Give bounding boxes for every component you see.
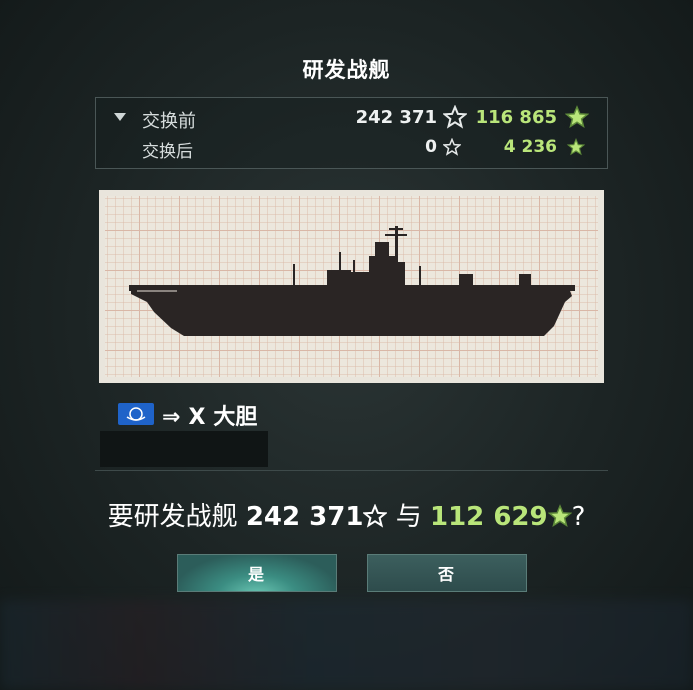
before-label: 交换前 <box>142 111 196 132</box>
dialog-title: 研发战舰 <box>302 58 391 82</box>
xp-star-icon <box>443 138 461 156</box>
ship-tier: X <box>188 405 206 430</box>
after-free-xp-value: 4 236 <box>503 137 557 157</box>
ship-identity: ⇒ X 大胆 <box>162 399 265 431</box>
ship-blueprint-image <box>99 190 604 383</box>
ship-name: 大胆 <box>213 405 258 430</box>
exchange-before-row: 交换前 242 371 116 865 <box>96 105 607 133</box>
nation-flag-icon <box>118 403 154 425</box>
free-xp-star-icon <box>547 504 572 528</box>
exchange-after-row: 交换后 0 4 236 <box>96 135 607 163</box>
confirm-question: 要研发战舰 242 371 与 112 629? <box>0 496 693 533</box>
divider <box>95 470 608 471</box>
xp-star-icon <box>443 105 467 129</box>
research-ship-dialog: 研发战舰 交换前 242 371 116 865 交换后 0 4 236 ⇒ X… <box>0 0 693 690</box>
confirm-no-button[interactable]: 否 <box>367 554 527 592</box>
question-joiner: 与 <box>395 502 422 532</box>
before-free-xp-value: 116 865 <box>475 107 557 128</box>
free-xp-star-icon <box>567 138 585 156</box>
question-xp: 242 371 <box>245 502 364 532</box>
after-label: 交换后 <box>142 142 193 162</box>
ship-silhouette-icon <box>129 226 575 336</box>
before-xp-value: 242 371 <box>355 107 437 128</box>
question-suffix: ? <box>571 502 586 532</box>
collapse-caret-icon[interactable] <box>114 113 126 121</box>
redacted-block <box>100 431 268 467</box>
confirm-yes-button[interactable]: 是 <box>177 554 337 592</box>
question-free-xp: 112 629 <box>430 502 548 532</box>
free-xp-star-icon <box>565 105 589 129</box>
xp-star-icon <box>362 503 389 528</box>
question-prefix: 要研发战舰 <box>107 502 238 532</box>
after-xp-value: 0 <box>425 137 437 157</box>
exchange-panel: 交换前 242 371 116 865 交换后 0 4 236 <box>95 97 608 169</box>
arrow-icon: ⇒ <box>162 405 181 430</box>
